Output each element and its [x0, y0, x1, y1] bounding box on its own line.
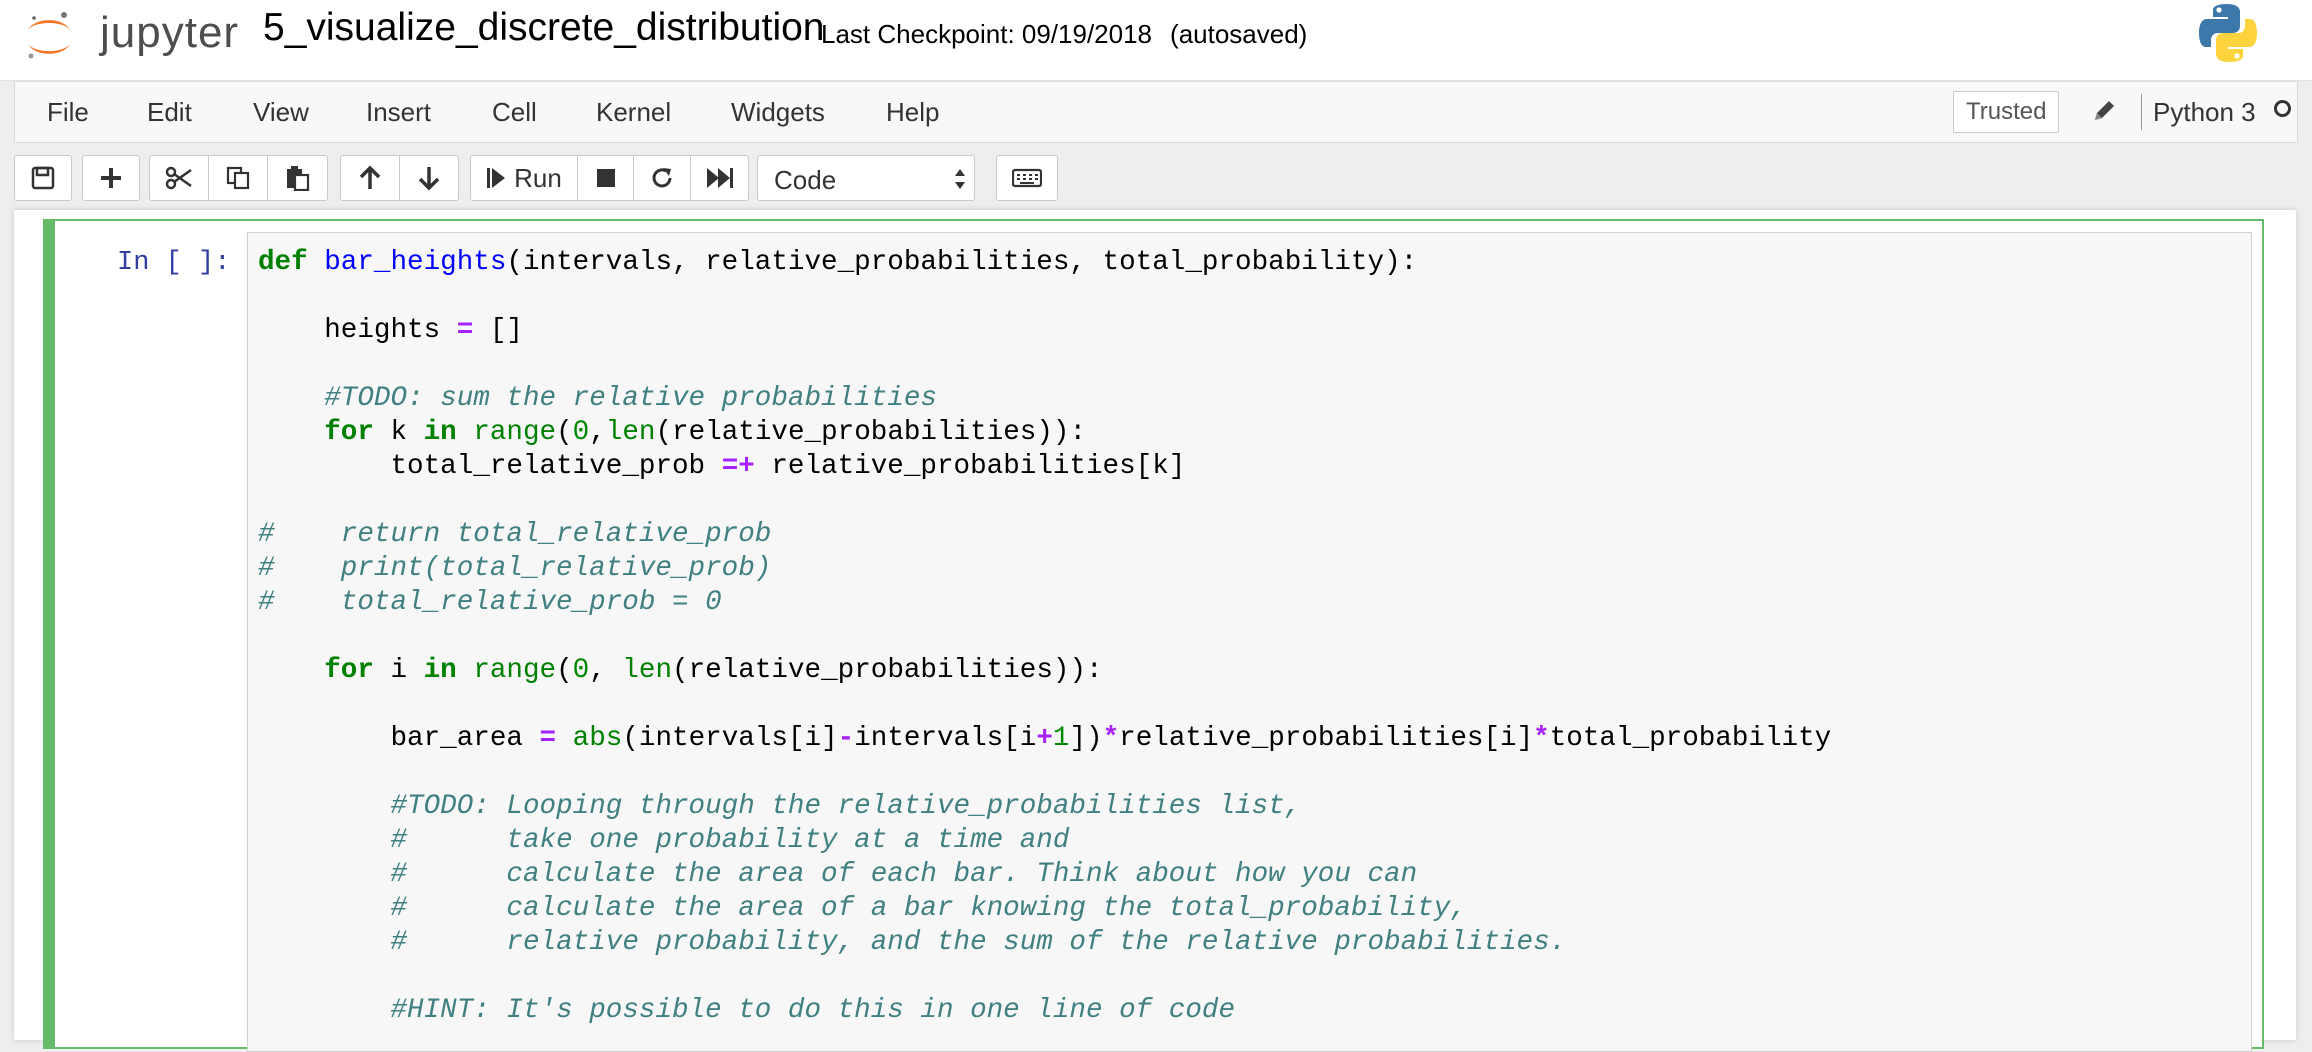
code-line: def bar_heights(intervals, relative_prob… — [258, 247, 1418, 278]
code-line: # calculate the area of each bar. Think … — [390, 859, 1418, 890]
header: jupyter 5_visualize_discrete_distributio… — [0, 0, 2312, 81]
cell-type-select[interactable]: Code — [757, 155, 975, 201]
code-line: #TODO: Looping through the relative_prob… — [390, 791, 1302, 822]
scissors-icon — [165, 166, 192, 190]
menu-insert[interactable]: Insert — [366, 97, 431, 128]
cell-type-value: Code — [774, 165, 837, 195]
copy-icon — [226, 166, 250, 190]
interrupt-kernel-button[interactable] — [577, 155, 634, 201]
fast-forward-icon — [706, 168, 733, 188]
input-prompt: In [ ]: — [117, 248, 231, 278]
toolbar: Run Code — [0, 150, 2312, 204]
save-icon — [31, 166, 55, 190]
menu-help[interactable]: Help — [886, 97, 939, 128]
code-line: # relative probability, and the sum of t… — [390, 927, 1567, 958]
code-line: # take one probability at a time and — [390, 825, 1070, 856]
move-up-button[interactable] — [340, 155, 400, 201]
kernel-name[interactable]: Python 3 — [2153, 97, 2256, 128]
command-palette-button[interactable] — [996, 155, 1058, 201]
select-arrows-icon — [955, 169, 965, 189]
run-button-label: Run — [514, 162, 562, 193]
code-line: #TODO: sum the relative probabilities — [324, 383, 937, 414]
step-forward-icon — [487, 168, 506, 188]
paste-icon — [286, 166, 309, 191]
restart-kernel-button[interactable] — [633, 155, 691, 201]
menu-edit[interactable]: Edit — [147, 97, 192, 128]
menubar: File Edit View Insert Cell Kernel Widget… — [14, 81, 2298, 143]
insert-cell-button[interactable] — [82, 155, 140, 201]
keyboard-icon — [1012, 168, 1042, 188]
save-button[interactable] — [14, 155, 72, 201]
code-line: total_relative_prob =+ relative_probabil… — [390, 451, 1186, 482]
copy-button[interactable] — [208, 155, 268, 201]
code-line: #HINT: It's possible to do this in one l… — [390, 995, 1236, 1026]
code-line: bar_area = abs(intervals[i]-intervals[i+… — [390, 723, 1832, 754]
run-button[interactable]: Run — [470, 155, 578, 201]
checkpoint-status: Last Checkpoint: 09/19/2018 (autosaved) — [821, 19, 1307, 50]
refresh-icon — [652, 168, 672, 188]
trusted-badge[interactable]: Trusted — [1953, 91, 2060, 133]
arrow-up-icon — [359, 165, 381, 189]
kernel-idle-indicator — [2274, 100, 2291, 117]
notebook-title[interactable]: 5_visualize_discrete_distribution — [263, 6, 824, 50]
jupyter-logo-icon — [28, 12, 70, 59]
code-line: # calculate the area of a bar knowing th… — [390, 893, 1467, 924]
python-logo-icon — [2199, 4, 2257, 62]
kernel-separator — [2141, 94, 2142, 130]
last-checkpoint: Last Checkpoint: 09/19/2018 — [821, 19, 1153, 49]
code-text[interactable]: def bar_heights(intervals, relative_prob… — [258, 246, 1831, 1028]
stop-icon — [596, 169, 615, 187]
menu-cell[interactable]: Cell — [492, 97, 537, 128]
autosave-status: (autosaved) — [1170, 19, 1308, 49]
jupyter-logo[interactable]: jupyter — [22, 6, 242, 66]
cut-button[interactable] — [149, 155, 209, 201]
menu-widgets[interactable]: Widgets — [731, 97, 825, 128]
code-line: for i in range(0, len(relative_probabili… — [324, 655, 1103, 686]
restart-run-all-button[interactable] — [690, 155, 749, 201]
paste-button[interactable] — [267, 155, 328, 201]
menu-view[interactable]: View — [253, 97, 309, 128]
code-line: for k in range(0,len(relative_probabilit… — [324, 417, 1087, 448]
pencil-icon[interactable] — [2090, 96, 2118, 126]
menu-kernel[interactable]: Kernel — [596, 97, 671, 128]
code-line: # print(total_relative_prob) — [258, 553, 772, 584]
code-line: # return total_relative_prob — [258, 519, 772, 550]
plus-icon — [101, 168, 121, 188]
menu-file[interactable]: File — [47, 97, 89, 128]
code-line: heights = [] — [324, 315, 523, 346]
jupyter-logo-text: jupyter — [100, 8, 240, 57]
arrow-down-icon — [418, 167, 440, 191]
move-down-button[interactable] — [399, 155, 459, 201]
code-line: # total_relative_prob = 0 — [258, 587, 722, 618]
